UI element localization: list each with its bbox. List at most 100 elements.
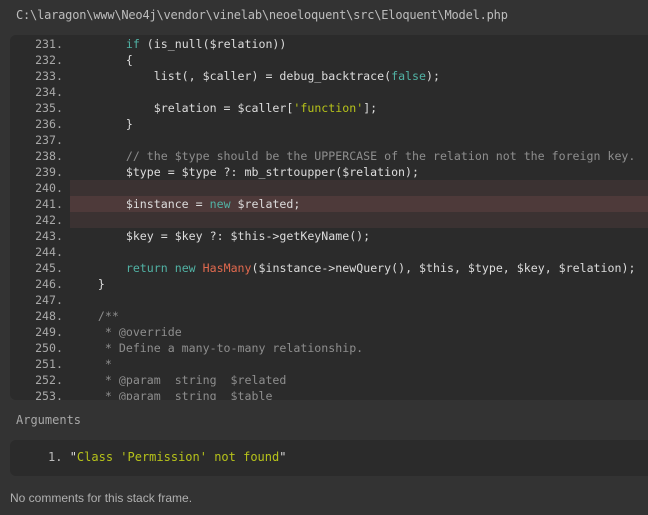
token-com: // the $type should be the UPPERCASE of … xyxy=(70,149,636,163)
token-p: ); xyxy=(426,69,440,83)
line-number: 234. xyxy=(35,85,63,99)
token-p: ($instance->newQuery(), $this, $type, $k… xyxy=(251,261,636,275)
comments-text: No comments for this stack frame. xyxy=(10,491,193,505)
token-p: } xyxy=(70,277,105,291)
code-line: 250. * Define a many-to-many relationshi… xyxy=(10,340,648,356)
code-line: 231. if (is_null($relation)) xyxy=(10,36,648,52)
token-str: 'function' xyxy=(293,101,364,115)
line-source: $type = $type ?: mb_strtoupper($relation… xyxy=(70,164,419,180)
token-com: * Define a many-to-many relationship. xyxy=(70,341,364,355)
line-number: 240. xyxy=(35,181,63,195)
token-com: * @override xyxy=(70,325,182,339)
line-number: 243. xyxy=(35,229,63,243)
argument-item: 1. "Class 'Permission' not found" xyxy=(48,450,286,464)
line-highlight xyxy=(70,180,648,196)
line-number: 252. xyxy=(35,373,63,387)
code-line: 247. xyxy=(10,292,648,308)
code-line: 248. /** xyxy=(10,308,648,324)
line-number: 247. xyxy=(35,293,63,307)
code-line: 233. list(, $caller) = debug_backtrace(f… xyxy=(10,68,648,84)
line-number: 248. xyxy=(35,309,63,323)
token-kw: return xyxy=(125,261,168,275)
token-com: * xyxy=(70,357,112,371)
token-p: list(, $caller) = debug_backtrace( xyxy=(70,69,392,83)
line-source: $key = $key ?: $this->getKeyName(); xyxy=(70,228,370,244)
line-number: 238. xyxy=(35,149,63,163)
arguments-list: 1. "Class 'Permission' not found" xyxy=(10,440,648,476)
code-line: 251. * xyxy=(10,356,648,372)
code-line: 234. xyxy=(10,84,648,100)
line-number: 241. xyxy=(35,197,63,211)
argument-value: Class 'Permission' not found xyxy=(76,450,280,464)
code-frame: 231. if (is_null($relation)) 232. {233. l… xyxy=(10,35,648,400)
line-source: $relation = $caller['function']; xyxy=(70,100,377,116)
line-number: 253. xyxy=(35,389,63,400)
code-line: 244. xyxy=(10,244,648,260)
token-p: $key = $key ?: $this->getKeyName(); xyxy=(70,229,371,243)
token-com: * @param string $table xyxy=(70,389,273,400)
line-number: 251. xyxy=(35,357,63,371)
line-number: 244. xyxy=(35,245,63,259)
token-kw: new xyxy=(174,261,196,275)
token-p: $type = $type ?: mb_strtoupper($relation… xyxy=(70,165,420,179)
token-p xyxy=(70,37,126,51)
line-number: 246. xyxy=(35,277,63,291)
code-line: 246. } xyxy=(10,276,648,292)
line-source: $instance = new $related; xyxy=(70,196,301,212)
token-cls: HasMany xyxy=(202,261,252,275)
code-line: 242. xyxy=(10,212,648,228)
line-source: if (is_null($relation)) xyxy=(70,36,287,52)
line-source: * @param string $table xyxy=(70,388,273,400)
token-p xyxy=(196,261,203,275)
line-number: 237. xyxy=(35,133,63,147)
code-line: 245. return new HasMany($instance->newQu… xyxy=(10,260,648,276)
token-kw: if xyxy=(125,37,140,51)
code-line: 236. } xyxy=(10,116,648,132)
line-source: /** xyxy=(70,308,119,324)
line-number: 232. xyxy=(35,53,63,67)
code-line: 249. * @override xyxy=(10,324,648,340)
arguments-title: Arguments xyxy=(16,413,82,427)
line-source: list(, $caller) = debug_backtrace(false)… xyxy=(70,68,440,84)
line-number: 242. xyxy=(35,213,63,227)
line-source: * @override xyxy=(70,324,182,340)
line-source: * Define a many-to-many relationship. xyxy=(70,340,363,356)
line-number: 233. xyxy=(35,69,63,83)
code-line: 252. * @param string $related xyxy=(10,372,648,388)
argument-index: 1. xyxy=(48,450,63,464)
token-p: $instance = xyxy=(70,197,210,211)
line-source: * xyxy=(70,356,112,372)
token-p xyxy=(70,261,126,275)
code-line: 239. $type = $type ?: mb_strtoupper($rel… xyxy=(10,164,648,180)
line-source: { xyxy=(70,52,133,68)
file-path: C:\laragon\www\Neo4j\vendor\vinelab\neoe… xyxy=(16,8,508,22)
line-number: 236. xyxy=(35,117,63,131)
token-com: /** xyxy=(70,309,119,323)
line-number: 245. xyxy=(35,261,63,275)
code-line: 238. // the $type should be the UPPERCAS… xyxy=(10,148,648,164)
quote: " xyxy=(279,450,287,464)
code-line: 235. $relation = $caller['function']; xyxy=(10,100,648,116)
token-p: ]; xyxy=(363,101,378,115)
token-p: $related; xyxy=(230,197,301,211)
code-line: 240. xyxy=(10,180,648,196)
line-number: 231. xyxy=(35,37,63,51)
token-p: } xyxy=(70,117,133,131)
token-kw: false xyxy=(391,69,426,83)
line-number: 239. xyxy=(35,165,63,179)
line-highlight xyxy=(70,212,648,228)
code-line: 232. { xyxy=(10,52,648,68)
line-number: 235. xyxy=(35,101,63,115)
token-p: (is_null($relation)) xyxy=(139,37,287,51)
line-source: } xyxy=(70,116,133,132)
code-line: 253. * @param string $table xyxy=(10,388,648,400)
quote: " xyxy=(69,450,77,464)
line-source: * @param string $related xyxy=(70,372,287,388)
line-source: // the $type should be the UPPERCASE of … xyxy=(70,148,636,164)
line-number: 250. xyxy=(35,341,63,355)
line-source: return new HasMany($instance->newQuery()… xyxy=(70,260,636,276)
line-number: 249. xyxy=(35,325,63,339)
token-p: { xyxy=(70,53,133,67)
token-p xyxy=(168,261,175,275)
code-line: 237. xyxy=(10,132,648,148)
